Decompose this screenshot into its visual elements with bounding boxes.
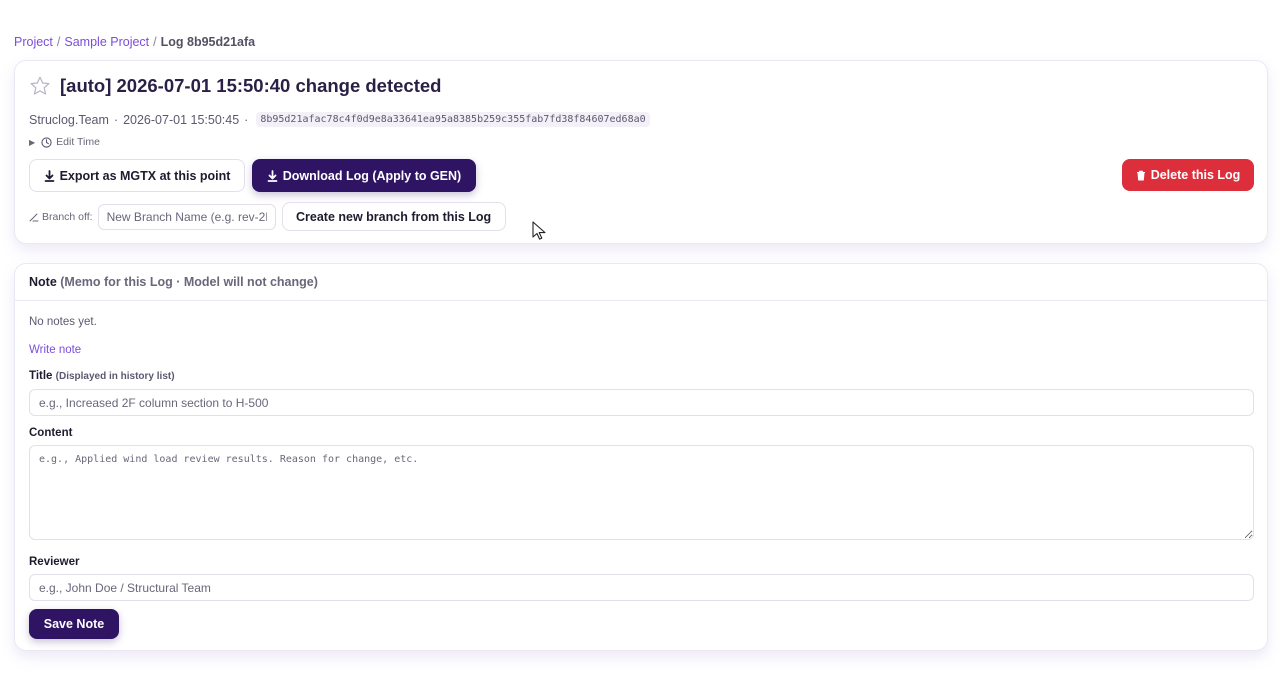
branch-icon (29, 213, 39, 221)
delete-log-button[interactable]: Delete this Log (1122, 159, 1254, 191)
log-header-card: [auto] 2026-07-01 15:50:40 change detect… (14, 60, 1268, 244)
no-notes-text: No notes yet. (29, 316, 97, 328)
title-field-label: Title (Displayed in history list) (29, 370, 175, 382)
triangle-right-icon: ▶ (29, 137, 36, 147)
branch-label-text: Branch off: (42, 210, 93, 223)
branch-row: Branch off: Create new branch from this … (29, 202, 506, 231)
breadcrumb-project[interactable]: Project (14, 35, 53, 49)
mouse-pointer-icon (532, 221, 546, 240)
breadcrumb: Project / Sample Project / Log 8b95d21afa (14, 35, 255, 49)
title-label-text: Title (29, 370, 53, 382)
trash-icon (1136, 170, 1146, 181)
meta-separator: · (244, 112, 249, 127)
note-heading: Note (29, 275, 57, 289)
note-header: Note (Memo for this Log · Model will not… (15, 264, 1267, 301)
download-icon (44, 169, 55, 182)
note-content-textarea[interactable] (29, 445, 1254, 540)
download-log-label: Download Log (Apply to GEN) (282, 168, 462, 183)
breadcrumb-separator: / (56, 35, 61, 49)
branch-name-input[interactable] (97, 203, 276, 230)
reviewer-field-label: Reviewer (29, 556, 80, 568)
note-title-input[interactable] (29, 389, 1254, 416)
delete-log-label: Delete this Log (1150, 168, 1241, 182)
edit-time-toggle[interactable]: ▶ Edit Time (29, 136, 100, 148)
clock-icon (41, 136, 52, 148)
star-icon[interactable] (29, 75, 51, 97)
title-row: [auto] 2026-07-01 15:50:40 change detect… (29, 75, 441, 97)
breadcrumb-separator: / (153, 35, 157, 49)
commit-hash: 8b95d21afac78c4f0d9e8a33641ea95a8385b259… (256, 112, 650, 127)
content-field-label: Content (29, 427, 73, 439)
breadcrumb-current: Log 8b95d21afa (160, 35, 256, 49)
export-mgtx-button[interactable]: Export as MGTX at this point (29, 159, 245, 192)
download-log-button[interactable]: Download Log (Apply to GEN) (252, 159, 476, 192)
note-card: Note (Memo for this Log · Model will not… (14, 263, 1268, 651)
save-note-button[interactable]: Save Note (29, 609, 119, 639)
create-branch-button[interactable]: Create new branch from this Log (281, 202, 506, 231)
meta-separator: · (113, 112, 119, 127)
branch-label: Branch off: (29, 211, 93, 223)
title-label-hint: (Displayed in history list) (55, 371, 175, 382)
download-icon (267, 169, 278, 182)
note-heading-sub: (Memo for this Log · Model will not chan… (60, 275, 318, 289)
edit-time-label: Edit Time (56, 136, 100, 148)
export-mgtx-label: Export as MGTX at this point (59, 168, 231, 183)
timestamp: 2026-07-01 15:50:45 (123, 112, 240, 127)
log-meta: Struclog.Team · 2026-07-01 15:50:45 · 8b… (29, 112, 650, 127)
author: Struclog.Team (29, 112, 109, 127)
breadcrumb-sample-project[interactable]: Sample Project (64, 35, 149, 49)
reviewer-input[interactable] (29, 574, 1254, 601)
page-title: [auto] 2026-07-01 15:50:40 change detect… (60, 75, 442, 96)
write-note-link[interactable]: Write note (29, 344, 81, 356)
